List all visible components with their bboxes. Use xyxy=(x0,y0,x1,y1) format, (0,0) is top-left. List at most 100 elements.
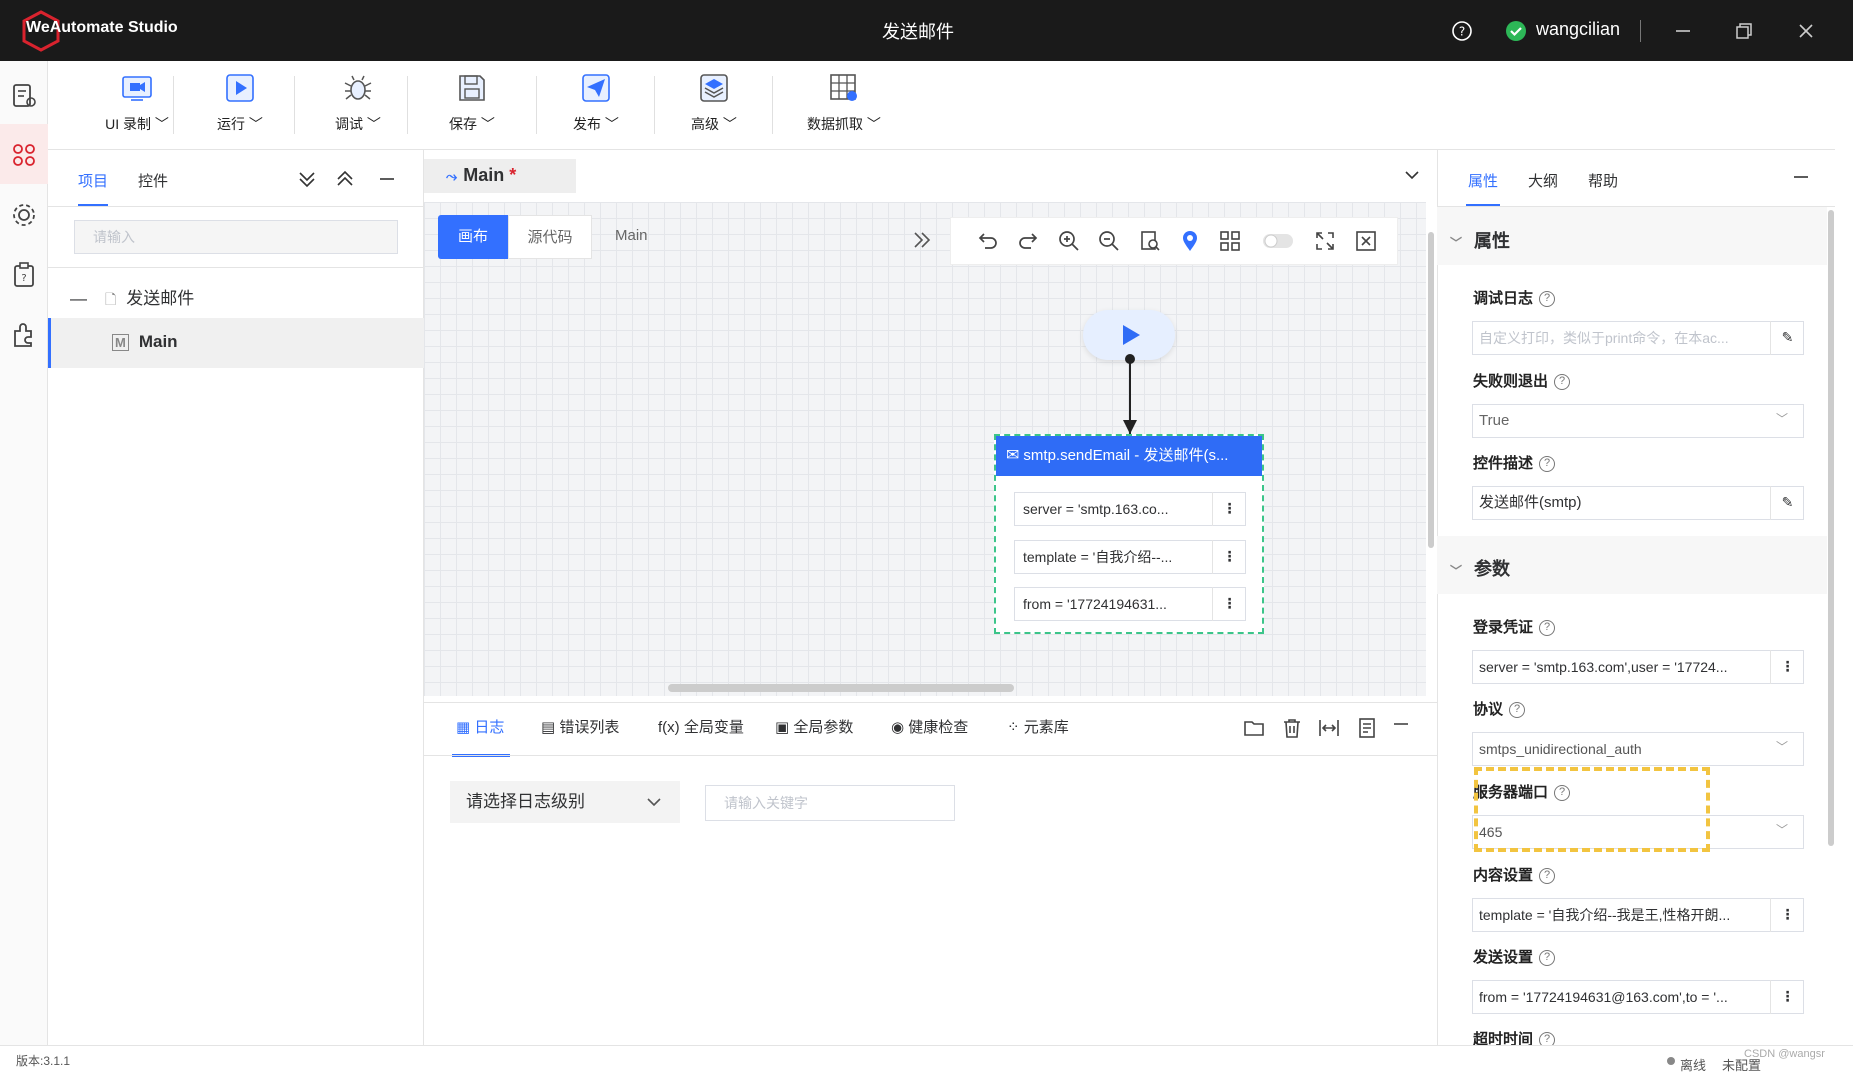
cred-input[interactable]: server = 'smtp.163.com',user = '17724... xyxy=(1472,650,1804,684)
desc-input[interactable]: 发送邮件(smtp) xyxy=(1472,486,1804,520)
minimize-panel-icon[interactable] xyxy=(376,168,398,190)
param-menu-button[interactable]: ⋮ xyxy=(1212,540,1246,574)
close-icon[interactable] xyxy=(1795,20,1817,42)
section-params[interactable]: ﹀ 参数 xyxy=(1450,555,1510,581)
content-input[interactable]: template = '自我介绍--我是王,性格开朗... xyxy=(1472,898,1804,932)
zoom-in-icon[interactable] xyxy=(1057,229,1081,253)
tab-log[interactable]: ▦ 日志 xyxy=(456,716,504,737)
help-circle-icon[interactable]: ? xyxy=(1509,702,1526,719)
chevron-down-icon[interactable] xyxy=(1402,165,1422,185)
field-menu-button[interactable]: ⋮ xyxy=(1770,980,1804,1014)
exit-on-fail-select[interactable]: True xyxy=(1472,404,1804,438)
minimize-bottom-icon[interactable] xyxy=(1390,713,1412,735)
mode-source-button[interactable]: 源代码 xyxy=(508,215,592,259)
zoom-out-icon[interactable] xyxy=(1097,229,1121,253)
fullscreen-icon[interactable] xyxy=(1313,229,1337,253)
right-panel-scrollbar[interactable] xyxy=(1828,210,1834,846)
tab-controls[interactable]: 控件 xyxy=(138,170,168,191)
edit-button[interactable]: ✎ xyxy=(1770,486,1804,520)
user-name[interactable]: wangcilian xyxy=(1536,19,1620,40)
edit-button[interactable]: ✎ xyxy=(1770,321,1804,355)
canvas-breadcrumb[interactable]: Main xyxy=(615,227,648,244)
tab-help[interactable]: 帮助 xyxy=(1588,170,1618,191)
layout-icon[interactable] xyxy=(1218,229,1242,253)
clipboard-icon[interactable]: ? xyxy=(10,261,38,289)
flow-canvas[interactable] xyxy=(424,202,1426,696)
field-menu-button[interactable]: ⋮ xyxy=(1770,650,1804,684)
expand-all-icon[interactable] xyxy=(296,168,318,190)
task-list-icon[interactable] xyxy=(10,82,38,110)
help-icon[interactable]: ? xyxy=(1451,20,1473,42)
field-menu-button[interactable]: ⋮ xyxy=(1770,898,1804,932)
document-icon[interactable] xyxy=(1356,717,1378,739)
tab-global-params[interactable]: ▣ 全局参数 xyxy=(775,716,853,737)
publish-button[interactable]: 发布 ﹀ xyxy=(556,66,636,146)
fit-width-icon[interactable] xyxy=(1318,717,1340,739)
tab-errors[interactable]: ▤ 错误列表 xyxy=(541,716,619,737)
debug-log-input[interactable]: 自定义打印，类似于print命令，在本ac... xyxy=(1472,321,1804,355)
offline-status[interactable]: 离线 xyxy=(1680,1055,1706,1072)
tree-item-main-label: Main xyxy=(138,332,178,351)
section-properties[interactable]: ﹀ 属性 xyxy=(1450,227,1510,253)
file-icon: 🗋 xyxy=(105,291,117,307)
publish-label: 发布 ﹀ xyxy=(573,116,619,132)
collapse-all-icon[interactable] xyxy=(334,168,356,190)
tree-item-main[interactable] xyxy=(48,318,424,368)
canvas-v-scrollbar[interactable] xyxy=(1428,232,1434,548)
toolbar-separator xyxy=(536,76,537,134)
param-menu-button[interactable]: ⋮ xyxy=(1212,587,1246,621)
project-search-input[interactable]: 请输入 xyxy=(74,220,398,254)
toolbar-separator xyxy=(654,76,655,134)
undo-icon[interactable] xyxy=(976,229,1000,253)
data-scrape-button[interactable]: 数据抓取 ﹀ xyxy=(792,66,896,146)
tab-global-vars[interactable]: f(x) 全局变量 xyxy=(658,716,744,737)
help-circle-icon[interactable]: ? xyxy=(1539,950,1556,967)
help-circle-icon[interactable]: ? xyxy=(1539,456,1556,473)
save-button[interactable]: 保存 ﹀ xyxy=(432,66,512,146)
mode-canvas-button[interactable]: 画布 xyxy=(438,215,508,259)
help-circle-icon[interactable]: ? xyxy=(1539,620,1556,637)
debug-button[interactable]: 调试 ﹀ xyxy=(318,66,398,146)
minimize-right-panel-icon[interactable] xyxy=(1790,166,1812,188)
help-circle-icon[interactable]: ? xyxy=(1539,868,1556,885)
collapse-tree-icon[interactable]: — xyxy=(70,289,87,308)
trash-icon[interactable] xyxy=(1281,717,1303,739)
plugin-icon[interactable] xyxy=(10,321,38,349)
location-pin-icon[interactable] xyxy=(1178,229,1202,253)
canvas-h-scrollbar[interactable] xyxy=(668,684,1014,692)
advanced-button[interactable]: 高级 ﹀ xyxy=(674,66,754,146)
protocol-select[interactable]: smtps_unidirectional_auth xyxy=(1472,732,1804,766)
settings-icon[interactable] xyxy=(10,201,38,229)
modified-marker: * xyxy=(509,165,517,185)
components-icon[interactable] xyxy=(10,141,38,169)
help-circle-icon[interactable]: ? xyxy=(1554,374,1571,391)
send-settings-input[interactable]: from = '17724194631@163.com',to = '... xyxy=(1472,980,1804,1014)
debug-log-label: 调试日志? xyxy=(1473,287,1556,308)
tab-element-library[interactable]: ⁘ 元素库 xyxy=(1007,716,1069,737)
log-keyword-input[interactable]: 请输入关键字 xyxy=(705,785,955,821)
watermark: CSDN @wangsr xyxy=(1744,1048,1825,1060)
double-chevron-right-icon[interactable] xyxy=(910,228,934,252)
ui-record-button[interactable]: UI 录制 ﹀ xyxy=(78,66,196,146)
folder-icon[interactable] xyxy=(1243,717,1265,739)
send-settings-label: 发送设置? xyxy=(1473,946,1556,967)
param-menu-button[interactable]: ⋮ xyxy=(1212,492,1246,526)
svg-text:?: ? xyxy=(1459,25,1465,39)
tree-root-item[interactable]: — 🗋 发送邮件 xyxy=(70,284,194,313)
redo-icon[interactable] xyxy=(1016,229,1040,253)
find-icon[interactable] xyxy=(1138,229,1162,253)
publish-icon xyxy=(582,74,610,102)
restore-icon[interactable] xyxy=(1733,20,1755,42)
port-highlight-box xyxy=(1474,767,1710,852)
minimize-icon[interactable] xyxy=(1672,20,1694,42)
data-scrape-icon xyxy=(830,74,857,101)
help-circle-icon[interactable]: ? xyxy=(1539,291,1556,308)
tab-outline[interactable]: 大纲 xyxy=(1528,170,1558,191)
cred-label: 登录凭证? xyxy=(1473,616,1556,637)
run-button[interactable]: 运行 ﹀ xyxy=(200,66,280,146)
tab-project[interactable]: 项目 xyxy=(78,170,108,191)
close-canvas-icon[interactable] xyxy=(1354,229,1378,253)
tab-properties[interactable]: 属性 xyxy=(1468,170,1498,191)
tab-health-check[interactable]: ◉ 健康检查 xyxy=(891,716,968,737)
toggle-switch[interactable] xyxy=(1262,231,1294,251)
